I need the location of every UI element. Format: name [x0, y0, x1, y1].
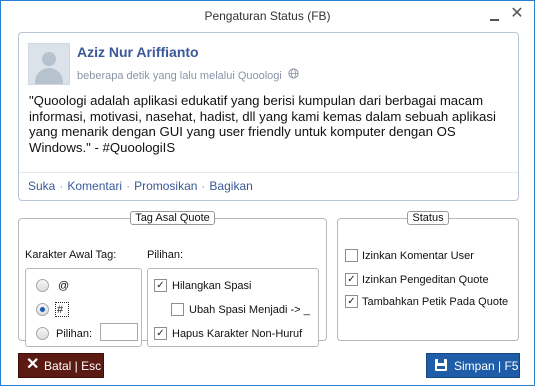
save-button[interactable]: Simpan | F5 [426, 353, 520, 378]
avatar [28, 43, 70, 85]
radio-at[interactable] [36, 279, 49, 292]
floppy-disk-icon [435, 359, 447, 371]
checkbox-replace-space[interactable] [171, 303, 184, 316]
action-separator: · [126, 179, 131, 193]
initial-char-box: @ # Pilihan: [25, 268, 142, 347]
avatar-head-icon [42, 52, 56, 66]
avatar-body-icon [35, 68, 63, 84]
globe-icon [288, 68, 299, 82]
promote-link[interactable]: Promosikan [134, 179, 197, 193]
like-link[interactable]: Suka [28, 179, 55, 193]
save-button-label: Simpan | F5 [454, 359, 519, 373]
minimize-icon [490, 19, 499, 21]
close-x-icon: ✕ [26, 356, 40, 373]
options-label: Pilihan: [147, 249, 184, 261]
cancel-button[interactable]: ✕ Batal | Esc [18, 353, 104, 378]
status-group: Status Izinkan Komentar User ✓ Izinkan P… [337, 211, 519, 341]
add-quotes-label: Tambahkan Petik Pada Quote [362, 296, 509, 308]
checkbox-add-quotes[interactable]: ✓ [345, 295, 358, 308]
radio-hash-label: # [57, 304, 64, 316]
author-name[interactable]: Aziz Nur Ariffianto [77, 44, 199, 60]
post-actions: Suka · Komentari · Promosikan · Bagikan [28, 179, 253, 193]
title-bar: Pengaturan Status (FB) ✕ [1, 1, 534, 31]
remove-nonletter-label: Hapus Karakter Non-Huruf [172, 328, 303, 340]
radio-hash[interactable] [36, 303, 49, 316]
close-button[interactable]: ✕ [508, 5, 526, 23]
window-title: Pengaturan Status (FB) [204, 9, 331, 23]
checkbox-allow-comments[interactable] [345, 249, 358, 262]
action-separator: · [59, 179, 64, 193]
divider [19, 172, 518, 173]
close-icon: ✕ [510, 5, 524, 22]
checkbox-allow-edit[interactable]: ✓ [345, 273, 358, 286]
comment-link[interactable]: Komentari [67, 179, 122, 193]
cancel-button-label: Batal | Esc [44, 359, 102, 373]
action-separator: · [201, 179, 206, 193]
allow-edit-label: Izinkan Pengeditan Quote [362, 274, 489, 286]
status-preview-card: Aziz Nur Ariffianto beberapa detik yang … [18, 32, 519, 201]
status-legend: Status [407, 211, 449, 225]
remove-space-label: Hilangkan Spasi [172, 280, 252, 292]
checkbox-remove-nonletter[interactable]: ✓ [154, 327, 167, 340]
share-link[interactable]: Bagikan [209, 179, 252, 193]
tag-origin-group: Tag Asal Quote Karakter Awal Tag: @ # Pi… [18, 211, 327, 347]
radio-at-label: @ [58, 280, 70, 292]
allow-comments-label: Izinkan Komentar User [362, 250, 474, 262]
post-meta: beberapa detik yang lalu melalui Quoolog… [77, 68, 299, 82]
status-text: "Quoologi adalah aplikasi edukatif yang … [29, 93, 496, 155]
checkbox-remove-space[interactable]: ✓ [154, 279, 167, 292]
tag-origin-legend: Tag Asal Quote [130, 211, 215, 225]
replace-space-label: Ubah Spasi Menjadi -> _ [189, 304, 310, 316]
radio-custom-label: Pilihan: [56, 328, 93, 340]
initial-char-label: Karakter Awal Tag: [25, 249, 117, 261]
radio-custom[interactable] [36, 327, 49, 340]
custom-char-input[interactable] [100, 323, 138, 341]
minimize-button[interactable] [487, 7, 503, 23]
post-meta-text: beberapa detik yang lalu melalui Quoolog… [77, 70, 282, 82]
dialog-window: Pengaturan Status (FB) ✕ Aziz Nur Ariffi… [0, 0, 535, 386]
options-box: ✓ Hilangkan Spasi Ubah Spasi Menjadi -> … [147, 268, 319, 347]
